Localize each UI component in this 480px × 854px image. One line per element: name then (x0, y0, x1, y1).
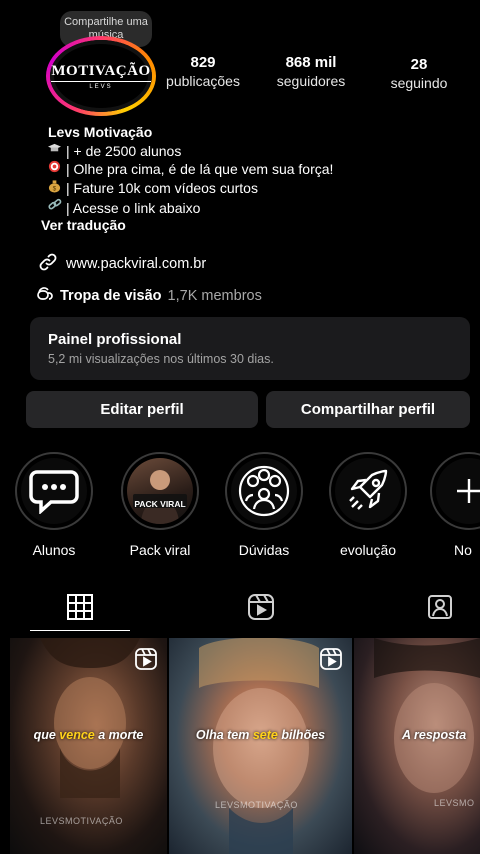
highlight-label: Dúvidas (238, 542, 290, 558)
highlight-alunos[interactable]: Alunos (14, 452, 94, 558)
stat-posts[interactable]: 829 publicações (158, 54, 248, 89)
highlight-circle (225, 452, 303, 530)
active-tab-indicator (30, 630, 130, 631)
broadcast-channel[interactable]: Tropa de visão 1,7K membros (36, 285, 262, 307)
see-translation-link[interactable]: Ver tradução (41, 217, 126, 233)
tab-grid[interactable] (65, 592, 95, 622)
bio-line: | Olhe pra cima, é de lá que vem sua for… (48, 160, 333, 179)
stat-following-count: 28 (410, 56, 428, 73)
channel-name: Tropa de visão (60, 288, 162, 304)
share-profile-label: Compartilhar perfil (300, 401, 436, 418)
highlight-pack-viral[interactable]: PACK VIRAL Pack viral (120, 452, 200, 558)
post-thumbnail[interactable]: Olha tem sete bilhões LEVSMOTIVAÇÃO (169, 638, 352, 854)
share-profile-button[interactable]: Compartilhar perfil (266, 391, 470, 428)
highlight-label: No (454, 542, 472, 558)
stat-following[interactable]: 28 seguindo (378, 56, 460, 91)
tab-reels[interactable] (246, 592, 276, 622)
highlight-label: evolução (339, 542, 397, 558)
post-caption: Olha tem sete bilhões (195, 728, 326, 742)
stat-posts-count: 829 (190, 54, 216, 71)
avatar-logo-text: MOTIVAÇÃO (51, 63, 151, 82)
profile-bio: Levs Motivação | + de 2500 alunos | Olhe… (48, 123, 333, 218)
pack-viral-thumbnail: PACK VIRAL (127, 458, 193, 524)
highlight-new[interactable]: No (430, 452, 480, 558)
target-icon (48, 160, 66, 179)
stat-followers-label: seguidores (276, 73, 346, 89)
stat-followers-count: 868 mil (285, 54, 337, 71)
edit-profile-label: Editar perfil (100, 401, 184, 418)
tab-tagged[interactable] (425, 592, 455, 622)
bio-line: | + de 2500 alunos (48, 142, 333, 161)
chat-bubble-icon (21, 458, 87, 524)
stat-following-label: seguindo (390, 75, 448, 91)
reel-badge-icon (320, 648, 342, 670)
grid-icon (67, 594, 93, 620)
professional-dashboard[interactable]: Painel profissional 5,2 mi visualizações… (30, 317, 470, 380)
bio-line-text: | Fature 10k com vídeos curtos (66, 180, 258, 196)
dashboard-title: Painel profissional (48, 331, 182, 348)
questions-group-icon (231, 458, 297, 524)
money-bag-icon: $ (48, 179, 66, 199)
stat-followers[interactable]: 868 mil seguidores (266, 54, 356, 89)
post-thumbnail[interactable]: A resposta LEVSMO (354, 638, 480, 854)
chain-link-icon (48, 198, 66, 218)
bio-line: | Acesse o link abaixo (48, 198, 333, 218)
highlight-duvidas[interactable]: Dúvidas (224, 452, 304, 558)
post-thumbnail[interactable]: que vence a morte LEVSMOTIVAÇÃO (10, 638, 167, 854)
post-watermark: LEVSMO (434, 798, 475, 808)
rocket-icon (335, 458, 401, 524)
highlight-label: Pack viral (129, 542, 191, 558)
profile-name: Levs Motivação (48, 124, 153, 140)
reel-badge-icon (135, 648, 157, 670)
bio-line: $ | Fature 10k com vídeos curtos (48, 179, 333, 199)
bio-line-text: | + de 2500 alunos (66, 142, 182, 159)
channel-icon (36, 285, 54, 307)
link-icon (38, 252, 58, 276)
svg-text:$: $ (53, 185, 57, 192)
bio-line-text: | Olhe pra cima, é de lá que vem sua for… (66, 161, 334, 177)
bio-line-text: | Acesse o link abaixo (66, 199, 201, 216)
dashboard-subtitle: 5,2 mi visualizações nos últimos 30 dias… (48, 352, 274, 366)
highlight-circle: PACK VIRAL (121, 452, 199, 530)
edit-profile-button[interactable]: Editar perfil (26, 391, 258, 428)
post-caption: A resposta (402, 728, 467, 742)
avatar-logo-subtext: LEVS (89, 83, 113, 90)
highlight-circle (430, 452, 480, 530)
plus-icon (436, 458, 480, 524)
highlight-evolucao[interactable]: evolução (328, 452, 408, 558)
graduation-cap-icon (48, 142, 66, 161)
tagged-user-icon (428, 595, 452, 619)
website-url: www.packviral.com.br (66, 256, 207, 272)
post-watermark: LEVSMOTIVAÇÃO (40, 816, 123, 826)
highlight-circle (329, 452, 407, 530)
pack-viral-badge-text: PACK VIRAL (134, 499, 186, 509)
avatar[interactable]: MOTIVAÇÃO LEVS (50, 40, 152, 112)
post-caption: que vence a morte (33, 728, 144, 742)
reels-icon (248, 594, 274, 620)
website-link[interactable]: www.packviral.com.br (38, 252, 206, 276)
highlight-circle (15, 452, 93, 530)
stat-posts-label: publicações (166, 73, 240, 89)
highlight-label: Alunos (32, 542, 76, 558)
channel-members: 1,7K membros (167, 288, 262, 304)
post-watermark: LEVSMOTIVAÇÃO (215, 800, 298, 810)
